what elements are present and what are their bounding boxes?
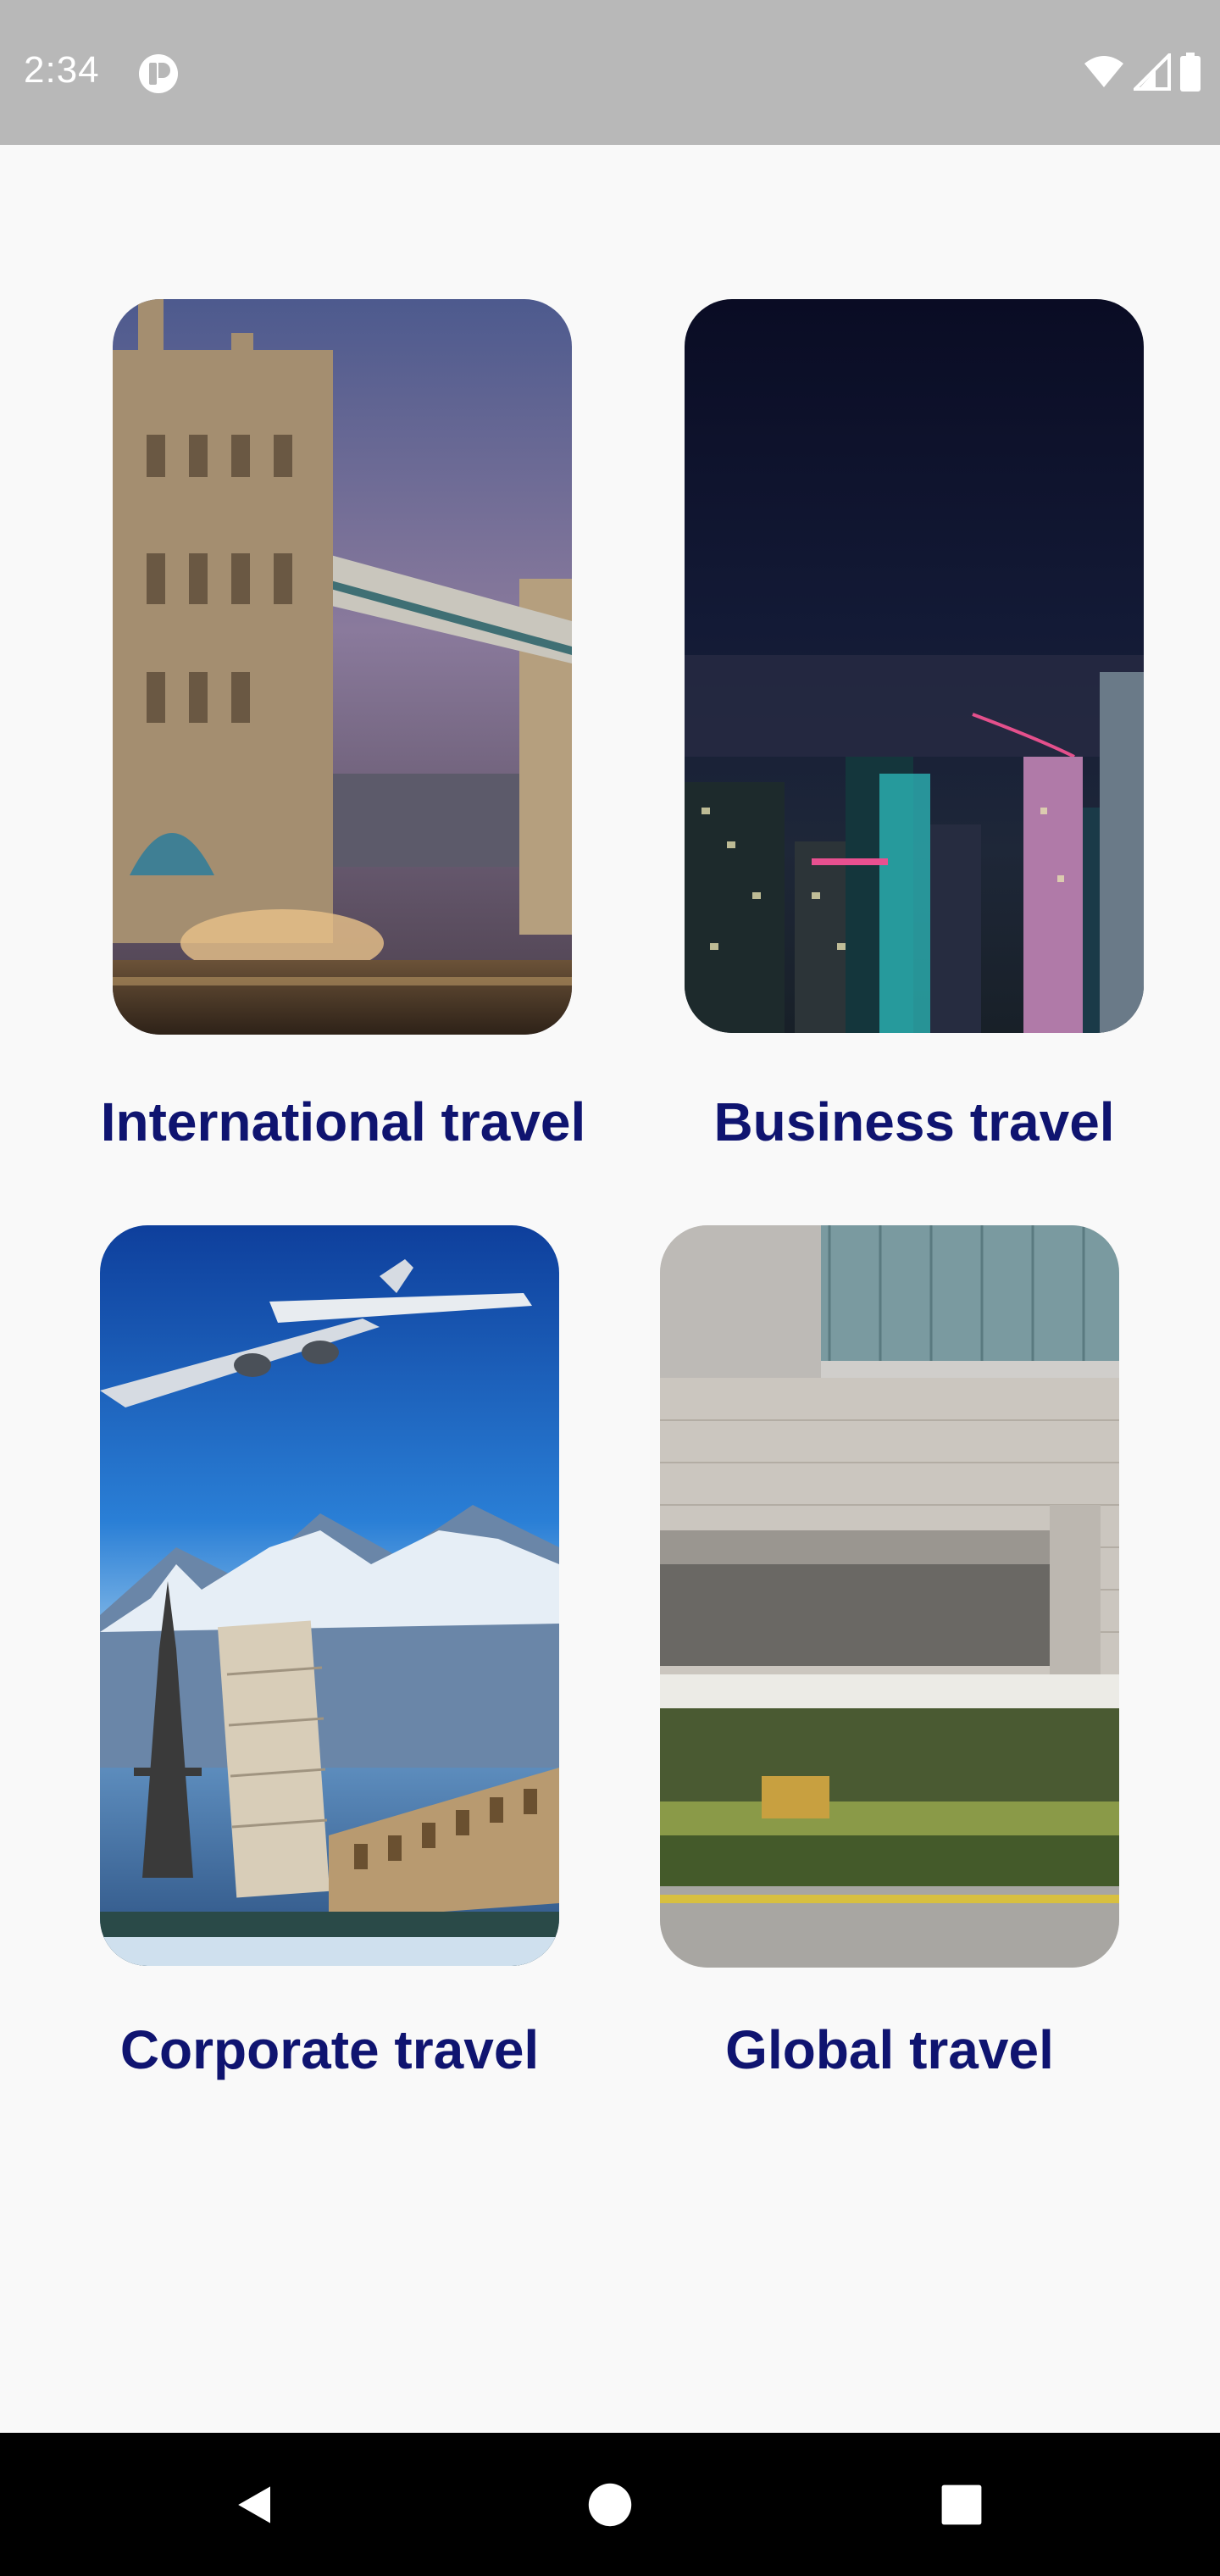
status-bar: 2:34 bbox=[0, 0, 1220, 145]
recents-button[interactable] bbox=[923, 2468, 1000, 2545]
signal-icon bbox=[1131, 50, 1171, 95]
status-icons bbox=[1083, 50, 1201, 97]
airplane-landmarks-image[interactable] bbox=[100, 1225, 559, 1966]
night-skyline-image[interactable] bbox=[685, 299, 1144, 1033]
battery-icon bbox=[1179, 52, 1201, 96]
tower-bridge-image[interactable] bbox=[113, 299, 572, 1035]
card-label[interactable]: Business travel bbox=[652, 1091, 1176, 1153]
wifi-icon bbox=[1083, 55, 1125, 93]
back-icon bbox=[232, 2482, 278, 2532]
home-icon bbox=[586, 2481, 634, 2533]
home-button[interactable] bbox=[572, 2468, 648, 2545]
card-label[interactable]: International travel bbox=[80, 1091, 606, 1153]
app-notification-icon bbox=[137, 53, 180, 95]
status-time: 2:34 bbox=[24, 49, 100, 91]
card-label[interactable]: Global travel bbox=[628, 2018, 1151, 2081]
card-label[interactable]: Corporate travel bbox=[68, 2018, 591, 2081]
office-building-image[interactable] bbox=[660, 1225, 1119, 1968]
recents-icon bbox=[939, 2482, 984, 2532]
system-navigation-bar bbox=[0, 2433, 1220, 2576]
travel-categories-grid: International travel Business travel Cor… bbox=[0, 145, 1220, 2433]
back-button[interactable] bbox=[217, 2468, 293, 2545]
